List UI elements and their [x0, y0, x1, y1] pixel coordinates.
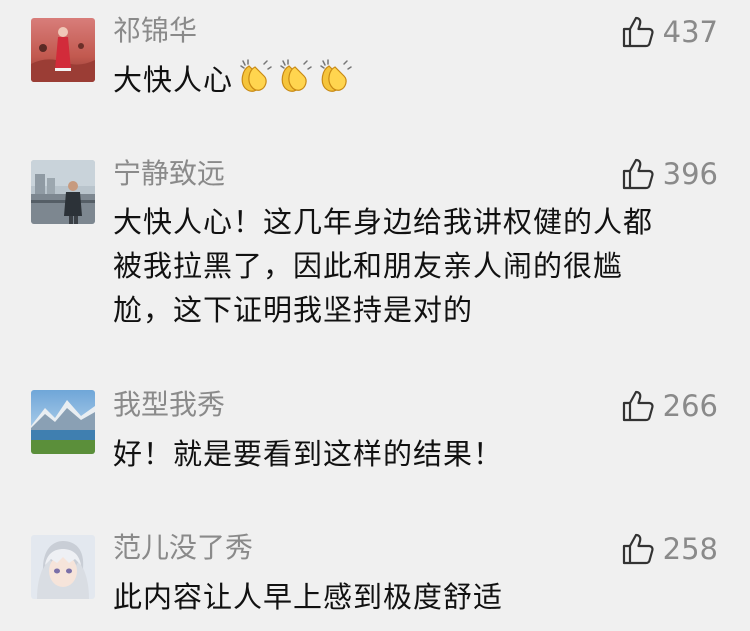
comment-text-line: 大快人心 [113, 58, 713, 106]
like-count: 258 [662, 532, 718, 566]
avatar[interactable] [31, 390, 95, 454]
comment-text-line: 大快人心 [113, 63, 234, 97]
comment-text-line: 大快人心！这几年身边给我讲权健的人都 [113, 205, 654, 239]
comment-text: 大快人心 [113, 58, 713, 106]
comment-author[interactable]: 我型我秀 [113, 388, 225, 422]
comment-text: 大快人心！这几年身边给我讲权健的人都 被我拉黑了，因此和朋友亲人闹的很尴 尬，这… [113, 200, 713, 332]
avatar[interactable] [31, 535, 95, 599]
like-button[interactable]: 266 [621, 386, 718, 426]
thumbs-up-icon [622, 16, 654, 48]
like-button[interactable]: 258 [621, 529, 718, 569]
avatar[interactable] [31, 160, 95, 224]
comment-text-line: 好！就是要看到这样的结果！ [113, 437, 504, 471]
comment-author[interactable]: 范儿没了秀 [113, 531, 253, 565]
like-button[interactable]: 437 [621, 12, 718, 52]
comment-text-line: 尬，这下证明我坚持是对的 [113, 293, 474, 327]
like-count: 437 [662, 15, 718, 49]
comment-text: 好！就是要看到这样的结果！ [113, 432, 713, 476]
comment-author[interactable]: 祁锦华 [113, 14, 197, 48]
comment-text-line: 此内容让人早上感到极度舒适 [113, 580, 504, 614]
thumbs-up-icon [622, 533, 654, 565]
thumbs-up-icon [622, 158, 654, 190]
clapping-hands-icon [277, 58, 313, 106]
like-count: 396 [662, 157, 718, 191]
clapping-hands-icon [237, 58, 273, 106]
thumbs-up-icon [622, 390, 654, 422]
comment-author[interactable]: 宁静致远 [113, 157, 225, 191]
like-button[interactable]: 396 [621, 154, 718, 194]
comment-text: 此内容让人早上感到极度舒适 [113, 575, 713, 619]
avatar[interactable] [31, 18, 95, 82]
like-count: 266 [662, 389, 718, 423]
comment-text-line: 被我拉黑了，因此和朋友亲人闹的很尴 [113, 249, 624, 283]
clapping-hands-icon [317, 58, 353, 106]
